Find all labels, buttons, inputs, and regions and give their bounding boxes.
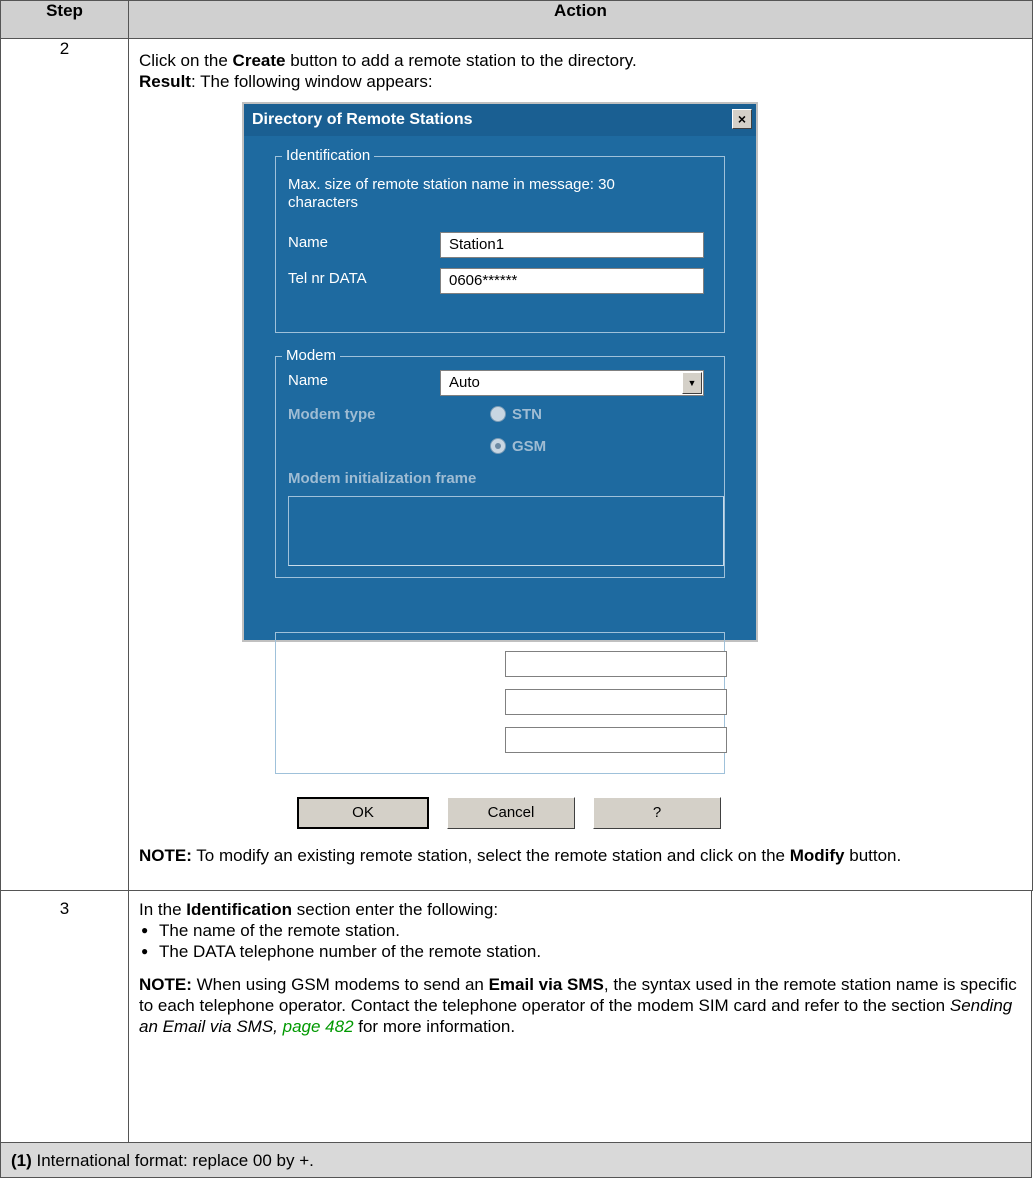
table-row: 3 In the Identification section enter th… (0, 890, 1032, 1143)
tel-data-input[interactable]: 0606****** (440, 268, 704, 294)
page-link[interactable]: page 482 (283, 1017, 354, 1036)
list-item: The DATA telephone number of the remote … (141, 941, 1023, 962)
tel-sms-input[interactable] (505, 651, 727, 677)
remote-stations-dialog: Directory of Remote Stations × Identific… (242, 102, 758, 642)
modem-title: Modem (282, 347, 341, 365)
header-step: Step (0, 0, 129, 39)
radio-gsm[interactable] (490, 438, 506, 454)
gsm-note: NOTE: When using GSM modems to send an E… (139, 975, 1017, 1036)
note-label: NOTE: (139, 846, 192, 865)
tel-data-label: Tel nr DATA (288, 270, 367, 287)
name-input[interactable]: Station1 (440, 232, 704, 258)
modem-init-textarea[interactable] (288, 496, 724, 566)
footnote-row: (1) International format: replace 00 by … (0, 1142, 1032, 1178)
modify-note: NOTE: To modify an existing remote stati… (139, 846, 902, 865)
create-term: Create (232, 51, 286, 70)
bullet-list: The name of the remote station. The DATA… (139, 920, 1023, 962)
modem-init-label: Modem initialization frame (288, 470, 477, 487)
result-line: Result: The following window appears: (139, 72, 433, 91)
step-number: 3 (59, 899, 70, 918)
identification-title: Identification (282, 147, 375, 165)
help-button[interactable]: ? (593, 797, 721, 829)
modem-name-select[interactable]: Auto ▼ (440, 370, 704, 396)
pin-code-input[interactable] (505, 727, 727, 753)
email-sms-input[interactable] (505, 689, 727, 715)
footnote-text: International format: replace 00 by +. (31, 1151, 314, 1170)
footnote-marker: (1) (11, 1151, 32, 1170)
list-item: The name of the remote station. (141, 920, 1023, 941)
modem-name-value: Auto (449, 374, 480, 391)
row2-note-area: NOTE: To modify an existing remote stati… (129, 845, 1031, 866)
row3-divider (128, 891, 129, 1143)
radio-stn[interactable] (490, 406, 506, 422)
close-icon[interactable]: × (732, 109, 752, 129)
radio-stn-label: STN (512, 406, 542, 423)
modem-name-label: Name (288, 372, 329, 389)
modify-term: Modify (789, 846, 845, 865)
step-number: 2 (0, 38, 129, 891)
instruction-line: Click on the Create button to add a remo… (139, 51, 637, 70)
identification-intro: In the Identification section enter the … (139, 900, 499, 919)
radio-gsm-label: GSM (512, 438, 547, 455)
name-label: Name (288, 234, 329, 251)
pin-code-label: PIN code (288, 732, 321, 767)
dialog-title: Directory of Remote Stations (244, 104, 756, 136)
chevron-down-icon[interactable]: ▼ (682, 372, 702, 394)
ok-button[interactable]: OK (297, 797, 429, 829)
cancel-button[interactable]: Cancel (447, 797, 575, 829)
identification-info: Max. size of remote station name in mess… (288, 176, 615, 211)
action-cell: In the Identification section enter the … (139, 899, 1023, 1037)
header-action: Action (128, 0, 1033, 39)
modem-type-label: Modem type (288, 406, 376, 423)
